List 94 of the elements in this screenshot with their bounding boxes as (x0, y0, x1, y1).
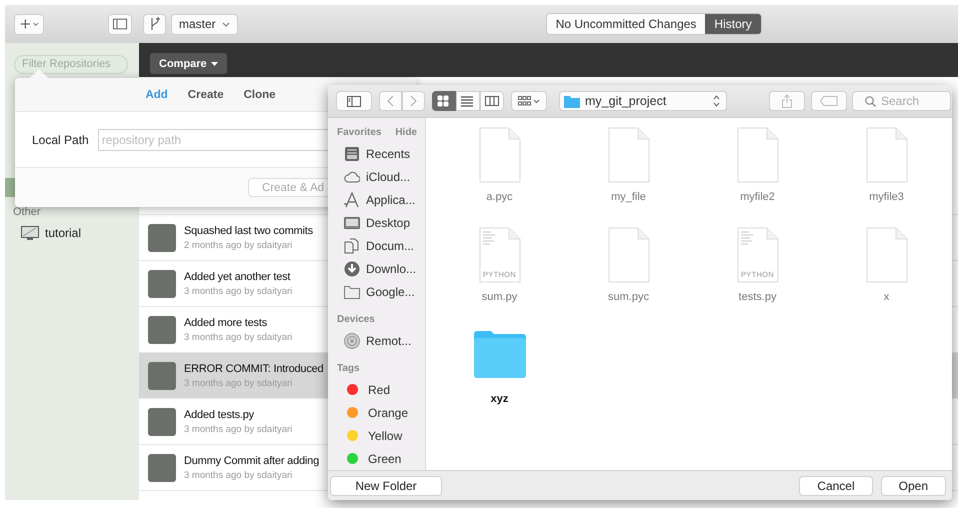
add-button[interactable] (14, 14, 44, 34)
columns-view-icon (485, 95, 499, 107)
plus-icon (19, 18, 39, 30)
section-heading: Tags (337, 363, 360, 376)
list-view-icon (461, 95, 475, 107)
file-name[interactable]: myfile3 (869, 191, 904, 203)
avatar-photo-placeholder (148, 362, 176, 390)
chevron-right-icon (410, 95, 417, 107)
commit-meta: 3 months ago by sdaityari (184, 378, 294, 388)
monitor-icon (21, 226, 39, 240)
tag-icon (820, 96, 838, 106)
file-icon (866, 127, 908, 183)
commit-title: Squashed last two commits (184, 224, 313, 236)
folder-icon (344, 284, 360, 300)
recents-icon (344, 146, 360, 162)
sidebar-toggle-button[interactable] (336, 91, 372, 111)
disc-icon (344, 332, 360, 348)
folder-icon (564, 94, 580, 108)
apps-icon (344, 192, 360, 208)
sidebar-item[interactable]: Desktop (337, 211, 417, 234)
segment-tab[interactable]: No Uncommitted Changes (546, 14, 706, 34)
commit-title: ERROR COMMIT: Introduced (184, 362, 324, 374)
file-icon (866, 227, 908, 283)
file-icon (736, 127, 778, 183)
file-icon (608, 227, 650, 283)
view-mode-button[interactable] (432, 91, 456, 111)
segment-tab[interactable]: History (705, 14, 761, 34)
sidebar-icon (113, 18, 127, 30)
section-heading: Devices (337, 314, 375, 327)
file-name[interactable]: x (884, 291, 890, 303)
section-heading: Other (13, 206, 42, 218)
file-name[interactable]: sum.pyc (608, 291, 649, 303)
avatar-photo-placeholder (148, 224, 176, 252)
dialog-button[interactable]: Cancel (799, 476, 873, 496)
dialog-button[interactable]: New Folder (330, 476, 442, 496)
sidebar-item[interactable]: Orange (337, 401, 417, 424)
commit-meta: 3 months ago by sdaityari (184, 424, 292, 434)
sidebar-icon (347, 96, 361, 106)
file-name[interactable]: tests.py (738, 291, 776, 303)
chevron-down-icon (222, 22, 230, 26)
file-name[interactable]: sum.py (482, 291, 518, 303)
python-file-icon (478, 227, 520, 283)
location-popup[interactable]: my_git_project (559, 91, 727, 111)
field-label: Local Path (32, 132, 89, 146)
sidebar-item[interactable]: Remot... (337, 329, 417, 352)
commit-meta: 3 months ago by sdaityari (184, 332, 292, 342)
up-down-chevron-icon (713, 95, 720, 107)
commit-title: Added tests.py (184, 408, 255, 420)
branch-dropdown[interactable]: master (171, 14, 238, 34)
arrange-button[interactable] (511, 91, 547, 111)
sidebar-item[interactable]: Yellow (337, 424, 417, 447)
commit-title: Dummy Commit after adding (184, 454, 319, 466)
avatar-photo-placeholder (148, 408, 176, 436)
grid-view-icon (437, 95, 451, 107)
file-icon (478, 127, 520, 183)
dialog-button[interactable]: Open (880, 476, 946, 496)
filter-field[interactable]: Filter Repositories (14, 54, 128, 74)
avatar-photo-placeholder (148, 270, 176, 298)
branch-icon (148, 17, 160, 31)
file-name[interactable]: myfile2 (740, 191, 775, 203)
repository-item[interactable]: tutorial (21, 226, 139, 240)
avatar-photo-placeholder (148, 454, 176, 482)
commit-title: Added more tests (184, 316, 268, 328)
share-icon (781, 94, 793, 108)
python-file-icon (736, 227, 778, 283)
compare-button[interactable]: Compare (150, 53, 227, 74)
chevron-left-icon (387, 95, 394, 107)
sidebar-item[interactable]: Downlo... (337, 257, 417, 280)
file-icon (608, 127, 650, 183)
commit-meta: 3 months ago by sdaityari (184, 286, 292, 296)
branch-button[interactable] (143, 14, 166, 34)
sidebar-item[interactable]: Green (337, 447, 417, 470)
commit-meta: 2 months ago by sdaityari (184, 240, 294, 250)
sidebar-toggle-button[interactable] (108, 14, 132, 34)
desktop-icon (344, 214, 360, 230)
file-name[interactable]: a.pyc (486, 191, 513, 203)
download-icon (344, 260, 360, 276)
avatar-photo-placeholder (148, 316, 176, 344)
documents-icon (344, 238, 360, 254)
section-heading: Favorites (337, 127, 382, 140)
sidebar-item[interactable]: Red (337, 378, 417, 401)
popover-tab[interactable]: Create (184, 88, 228, 100)
repository-name: tutorial (45, 226, 82, 240)
arrange-grid-icon (518, 96, 540, 106)
search-icon (865, 96, 876, 107)
commit-title: Added yet another test (184, 270, 292, 282)
commit-meta: 3 months ago by sdaityari (184, 470, 294, 480)
file-name[interactable]: xyz (490, 393, 508, 405)
file-name[interactable]: my_file (611, 191, 646, 203)
sidebar-item[interactable]: Docum... (337, 234, 417, 257)
search-field[interactable]: Search (852, 91, 951, 111)
popover-tab[interactable]: Clone (240, 88, 280, 100)
sidebar-item[interactable]: Google... (337, 280, 417, 303)
caret-icon (210, 62, 218, 66)
